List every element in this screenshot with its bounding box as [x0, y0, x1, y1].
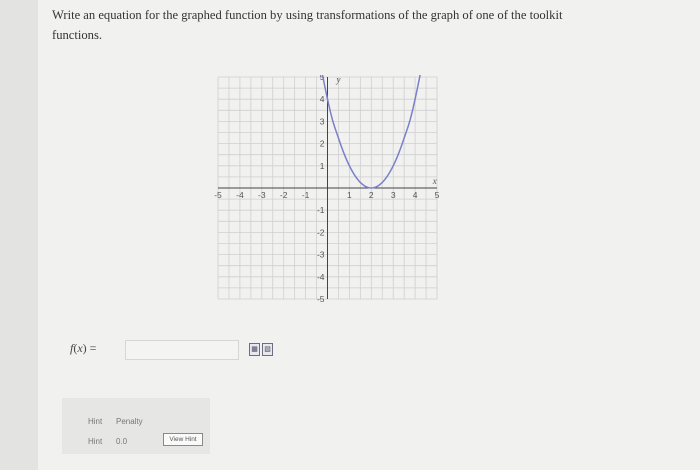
x-tick-label: 5 — [435, 190, 440, 200]
x-tick-label: -2 — [280, 190, 288, 200]
y-tick-label: -1 — [317, 205, 325, 215]
preview-icon[interactable]: ▧ — [262, 343, 273, 356]
y-axis-label: y — [336, 75, 341, 85]
penalty-cell: 0.0 — [116, 437, 128, 446]
hint-cell: Hint — [88, 437, 103, 446]
function-label: f(x) = — [70, 341, 97, 355]
question-prompt: Write an equation for the graphed functi… — [52, 8, 563, 42]
graph-svg: -5 -4 -3 -2 -1 1 2 3 4 554321-1-2-3-4-5 x y — [214, 75, 440, 304]
hint-column-header: Hint — [88, 417, 103, 426]
y-tick-label: -4 — [317, 272, 325, 282]
y-tick-label: 2 — [320, 139, 325, 149]
x-tick-label: 1 — [347, 190, 352, 200]
y-tick-label: -2 — [317, 227, 325, 237]
answer-input[interactable] — [125, 340, 239, 360]
x-tick-label: -1 — [302, 190, 310, 200]
y-tick-label: 1 — [320, 161, 325, 171]
x-tick-label: 2 — [369, 190, 374, 200]
x-tick-label: -5 — [214, 190, 222, 200]
y-tick-label: 4 — [320, 94, 325, 104]
graph-tick-labels: -5 -4 -3 -2 -1 1 2 3 4 554321-1-2-3-4-5 — [214, 75, 439, 304]
x-tick-label: 3 — [391, 190, 396, 200]
y-tick-label: 3 — [320, 116, 325, 126]
x-tick-label: -3 — [258, 190, 266, 200]
preview-icons: ▦ ▧ — [249, 343, 273, 356]
graph: -5 -4 -3 -2 -1 1 2 3 4 5 5 4 3 2 1 -1 -2 -3 -4 -5 x y — [210, 75, 445, 305]
x-tick-label: -4 — [236, 190, 244, 200]
function-variable: x — [77, 341, 83, 355]
penalty-column-header: Penalty — [116, 417, 143, 426]
y-tick-label: -3 — [317, 250, 325, 260]
x-axis-label: x — [432, 176, 437, 186]
preview-icon[interactable]: ▦ — [249, 343, 260, 356]
function-name: f — [70, 341, 74, 355]
y-tick-label: -5 — [317, 294, 325, 304]
equals-sign: = — [86, 341, 97, 355]
x-tick-label: 4 — [413, 190, 418, 200]
view-hint-button[interactable]: View Hint — [163, 433, 203, 446]
